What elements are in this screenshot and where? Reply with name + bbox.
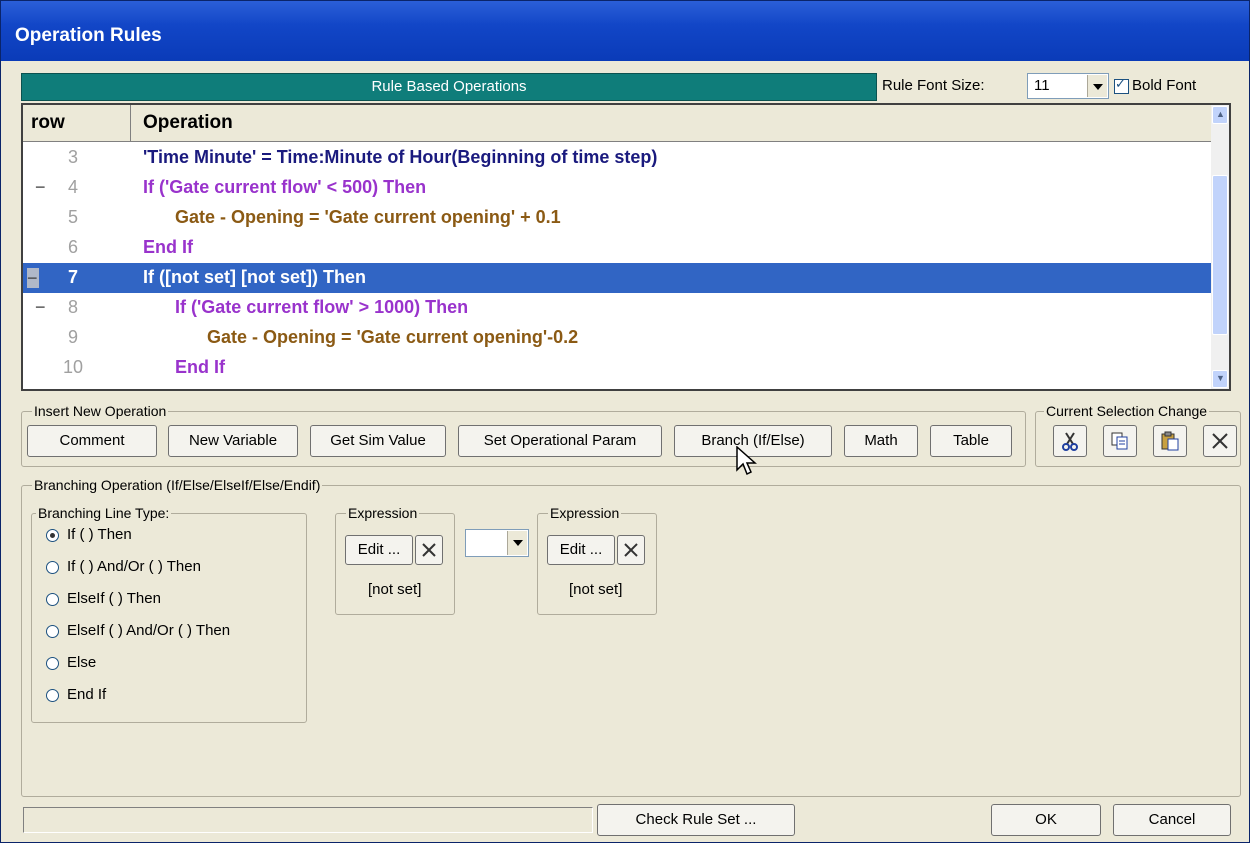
- radio-label: ElseIf ( ) And/Or ( ) Then: [67, 622, 231, 639]
- check-rule-set-button[interactable]: Check Rule Set ...: [597, 804, 795, 836]
- collapse-toggle-icon[interactable]: −: [35, 297, 46, 318]
- set-operational-param-button[interactable]: Set Operational Param: [458, 425, 662, 457]
- radio-label: ElseIf ( ) Then: [67, 590, 161, 607]
- expression-1-value: [not set]: [368, 581, 422, 598]
- table-row[interactable]: 9 Gate - Opening = 'Gate current opening'…: [23, 323, 1213, 353]
- scroll-down-button[interactable]: ▼: [1212, 370, 1228, 388]
- row-number: 8: [67, 297, 78, 317]
- rule-font-size-value: 11: [1034, 77, 1050, 94]
- row-number: 5: [67, 207, 78, 227]
- radio-button[interactable]: [46, 688, 59, 702]
- scroll-up-button[interactable]: ▲: [1212, 106, 1228, 124]
- delete-icon: [1212, 433, 1228, 449]
- row-number: 9: [67, 327, 78, 347]
- operation-text: Gate - Opening = 'Gate current opening' …: [175, 207, 561, 227]
- bold-font-label: Bold Font: [1132, 77, 1197, 94]
- radio-button[interactable]: [46, 528, 59, 542]
- radio-button[interactable]: [46, 656, 59, 670]
- branching-line-type-group: Branching Line Type: If ( ) Then If ( ) A…: [31, 505, 307, 723]
- rule-font-size-select[interactable]: 11: [1027, 73, 1109, 99]
- window-title: Operation Rules: [15, 25, 162, 46]
- column-header-row[interactable]: row: [23, 105, 131, 141]
- expression-1-clear-button[interactable]: [415, 535, 443, 565]
- close-icon: [624, 543, 638, 557]
- collapse-toggle-icon[interactable]: −: [35, 177, 46, 198]
- get-sim-value-button[interactable]: Get Sim Value: [310, 425, 446, 457]
- chevron-down-icon[interactable]: [1087, 75, 1107, 97]
- math-button[interactable]: Math: [844, 425, 918, 457]
- branching-line-type-option[interactable]: If ( ) And/Or ( ) Then: [46, 558, 201, 575]
- operation-text: If ('Gate current flow' < 500) Then: [143, 177, 427, 197]
- rules-grid[interactable]: row Operation 3 'Time Minute' = Time:Minu…: [21, 103, 1231, 391]
- title-bar[interactable]: Operation Rules: [1, 1, 1249, 61]
- row-number: 4: [67, 177, 78, 197]
- expression-1-edit-button[interactable]: Edit ...: [345, 535, 413, 565]
- bold-font-checkbox[interactable]: [1114, 77, 1129, 94]
- cut-button[interactable]: [1053, 425, 1087, 457]
- table-button[interactable]: Table: [930, 425, 1012, 457]
- row-number: 6: [67, 237, 78, 257]
- current-selection-change-legend: Current Selection Change: [1044, 403, 1210, 419]
- copy-icon: [1111, 432, 1128, 450]
- expression-2-value: [not set]: [569, 581, 623, 598]
- branching-line-type-legend: Branching Line Type:: [36, 505, 172, 521]
- expression-1-legend: Expression: [346, 505, 420, 521]
- radio-button[interactable]: [46, 624, 59, 638]
- table-row[interactable]: − 4 If ('Gate current flow' < 500) Then: [23, 173, 1213, 203]
- operation-text: 'Time Minute' = Time:Minute of Hour(Begi…: [143, 147, 658, 167]
- rule-font-size-label: Rule Font Size:: [882, 77, 985, 94]
- row-number: 7: [67, 267, 78, 287]
- radio-label: If ( ) And/Or ( ) Then: [67, 558, 201, 575]
- operation-text: End If: [143, 237, 193, 257]
- grid-header: row Operation: [23, 105, 1213, 142]
- operation-text: If ([not set] [not set]) Then: [143, 267, 366, 287]
- table-row[interactable]: 3 'Time Minute' = Time:Minute of Hour(Beg…: [23, 143, 1213, 173]
- radio-label: End If: [67, 686, 107, 703]
- rule-based-operations-banner: Rule Based Operations: [21, 73, 877, 101]
- branching-line-type-option[interactable]: ElseIf ( ) Then: [46, 590, 161, 607]
- column-header-operation[interactable]: Operation: [143, 105, 233, 141]
- expression-2-edit-button[interactable]: Edit ...: [547, 535, 615, 565]
- radio-button[interactable]: [46, 592, 59, 606]
- chevron-down-icon[interactable]: [507, 531, 527, 555]
- insert-new-operation-legend: Insert New Operation: [32, 403, 169, 419]
- expression-2-clear-button[interactable]: [617, 535, 645, 565]
- row-number: 3: [67, 147, 78, 167]
- table-row[interactable]: 5 Gate - Opening = 'Gate current opening'…: [23, 203, 1213, 233]
- radio-label: Else: [67, 654, 97, 671]
- close-icon: [422, 543, 436, 557]
- ok-button[interactable]: OK: [991, 804, 1101, 836]
- branching-line-type-option[interactable]: If ( ) Then: [46, 526, 132, 543]
- table-row[interactable]: − 8 If ('Gate current flow' > 1000) Then: [23, 293, 1213, 323]
- branching-line-type-option[interactable]: End If: [46, 686, 106, 703]
- status-bar: [23, 807, 593, 833]
- branching-line-type-option[interactable]: ElseIf ( ) And/Or ( ) Then: [46, 622, 230, 639]
- operation-text: Gate - Opening = 'Gate current opening'-…: [207, 327, 579, 347]
- delete-button[interactable]: [1203, 425, 1237, 457]
- table-row[interactable]: − 7 If ([not set] [not set]) Then: [23, 263, 1213, 293]
- cancel-button[interactable]: Cancel: [1113, 804, 1231, 836]
- expression-2-legend: Expression: [548, 505, 622, 521]
- operation-rules-window: Operation Rules Rule Based Operations Ru…: [0, 0, 1250, 843]
- collapse-toggle-icon[interactable]: −: [27, 268, 39, 288]
- operation-text: End If: [175, 357, 225, 377]
- operation-text: If ('Gate current flow' > 1000) Then: [175, 297, 469, 317]
- cut-icon: [1062, 432, 1078, 451]
- paste-button[interactable]: [1153, 425, 1187, 457]
- scroll-thumb[interactable]: [1212, 175, 1228, 335]
- radio-label: If ( ) Then: [67, 526, 132, 543]
- table-row[interactable]: 6 End If: [23, 233, 1213, 263]
- paste-icon: [1161, 431, 1179, 451]
- table-row[interactable]: 10 End If: [23, 353, 1213, 383]
- operator-select[interactable]: [465, 529, 529, 557]
- mouse-cursor-icon: [736, 446, 757, 476]
- branching-operation-legend: Branching Operation (If/Else/ElseIf/Else…: [32, 477, 323, 493]
- vertical-scrollbar[interactable]: ▲ ▼: [1211, 105, 1229, 389]
- branching-line-type-option[interactable]: Else: [46, 654, 96, 671]
- copy-button[interactable]: [1103, 425, 1137, 457]
- comment-button[interactable]: Comment: [27, 425, 157, 457]
- new-variable-button[interactable]: New Variable: [168, 425, 298, 457]
- row-number: 10: [62, 357, 84, 377]
- radio-button[interactable]: [46, 560, 59, 574]
